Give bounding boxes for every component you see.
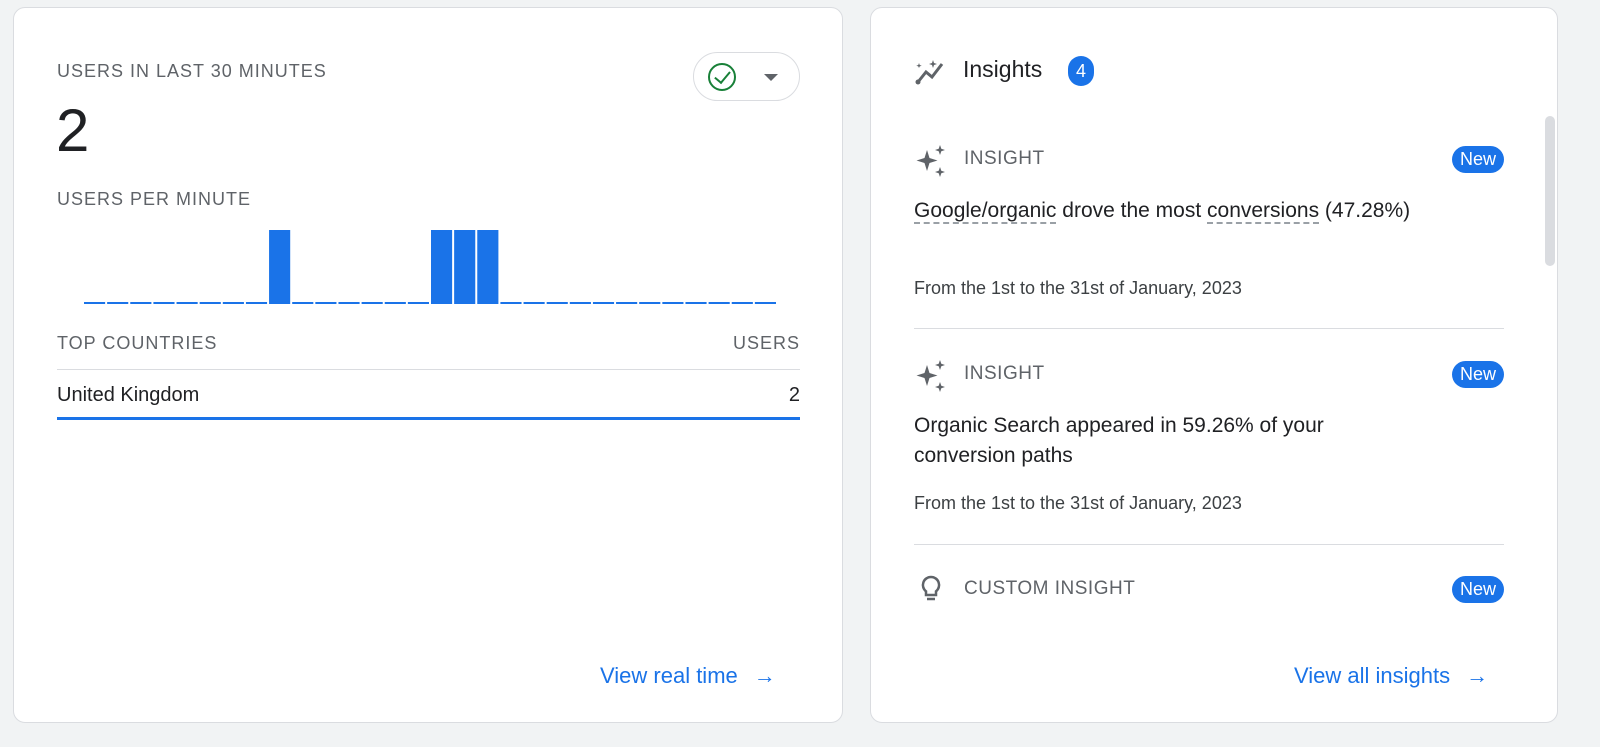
arrow-right-icon: → <box>1466 663 1489 688</box>
col-top-countries: TOP COUNTRIES <box>57 333 218 353</box>
bar[interactable] <box>407 302 429 304</box>
lightbulb-icon <box>921 575 941 601</box>
arrow-right-icon: → <box>753 663 776 688</box>
bar[interactable] <box>84 302 106 304</box>
bar[interactable] <box>338 302 360 304</box>
bar[interactable] <box>754 302 776 304</box>
bar[interactable] <box>222 302 244 304</box>
dimension-term[interactable]: Google/organic <box>914 199 1057 224</box>
insights-card: Insights 4 INSIGHT New Google/organic dr… <box>870 7 1558 723</box>
country-users: 2 <box>788 384 800 406</box>
view-real-time-link[interactable]: View real time → <box>600 663 776 689</box>
bar[interactable] <box>245 302 268 304</box>
bar[interactable] <box>315 302 337 304</box>
view-all-insights-label: View all insights <box>1294 663 1451 688</box>
new-badge: New <box>1451 146 1504 173</box>
insight-date: From the 1st to the 31st of January, 202… <box>914 278 1242 298</box>
insight-date: From the 1st to the 31st of January, 202… <box>914 493 1242 513</box>
view-all-insights-link[interactable]: View all insights → <box>1294 663 1488 689</box>
bar[interactable] <box>639 302 661 304</box>
table-row[interactable]: United Kingdom 2 <box>57 384 800 420</box>
bar[interactable] <box>523 302 545 304</box>
bar[interactable] <box>292 302 314 304</box>
new-badge: New <box>1451 576 1504 603</box>
sparkle-icon <box>916 145 945 177</box>
sparkle-icon <box>916 360 945 392</box>
col-users: USERS <box>732 333 800 353</box>
bar[interactable] <box>731 302 753 304</box>
insight-text-part: drove the most <box>1056 199 1208 222</box>
insight-text: Organic Search appeared in 59.26% of you… <box>914 414 1324 467</box>
users-per-minute-chart <box>84 230 776 304</box>
scrollbar[interactable] <box>1545 116 1555 266</box>
bar[interactable] <box>361 302 383 304</box>
bar[interactable] <box>176 302 198 304</box>
bar[interactable] <box>546 302 568 304</box>
new-badge: New <box>1451 361 1504 388</box>
bar[interactable] <box>477 230 499 304</box>
bar[interactable] <box>199 302 221 304</box>
bar[interactable] <box>592 302 615 304</box>
country-name: United Kingdom <box>57 384 200 406</box>
bar[interactable] <box>662 302 684 304</box>
insight-text: Google/organic drove the most conversion… <box>914 196 1434 226</box>
bar[interactable] <box>153 302 175 304</box>
insights-title: Insights <box>963 56 1043 82</box>
bar[interactable] <box>269 230 291 304</box>
bar[interactable] <box>616 302 638 304</box>
bar[interactable] <box>130 302 152 304</box>
view-real-time-label: View real time <box>600 663 738 688</box>
table-header: TOP COUNTRIES USERS <box>57 333 800 370</box>
bar[interactable] <box>107 302 129 304</box>
bar[interactable] <box>500 302 522 304</box>
bar[interactable] <box>685 302 707 304</box>
bar[interactable] <box>384 302 406 304</box>
divider <box>914 544 1504 545</box>
bar[interactable] <box>431 230 453 304</box>
bar[interactable] <box>454 230 476 304</box>
bar[interactable] <box>569 302 591 304</box>
insights-count-badge: 4 <box>1068 56 1094 86</box>
bar[interactable] <box>708 302 730 304</box>
insights-icon <box>915 60 944 85</box>
divider <box>914 328 1504 329</box>
metric-term[interactable]: conversions <box>1207 199 1320 224</box>
insight-type: CUSTOM INSIGHT <box>964 578 1136 599</box>
insight-type: INSIGHT <box>964 363 1045 384</box>
insight-type: INSIGHT <box>964 148 1045 169</box>
insight-text-part: (47.28%) <box>1319 199 1411 222</box>
realtime-card: USERS IN LAST 30 MINUTES 2 USERS PER MIN… <box>13 7 843 723</box>
